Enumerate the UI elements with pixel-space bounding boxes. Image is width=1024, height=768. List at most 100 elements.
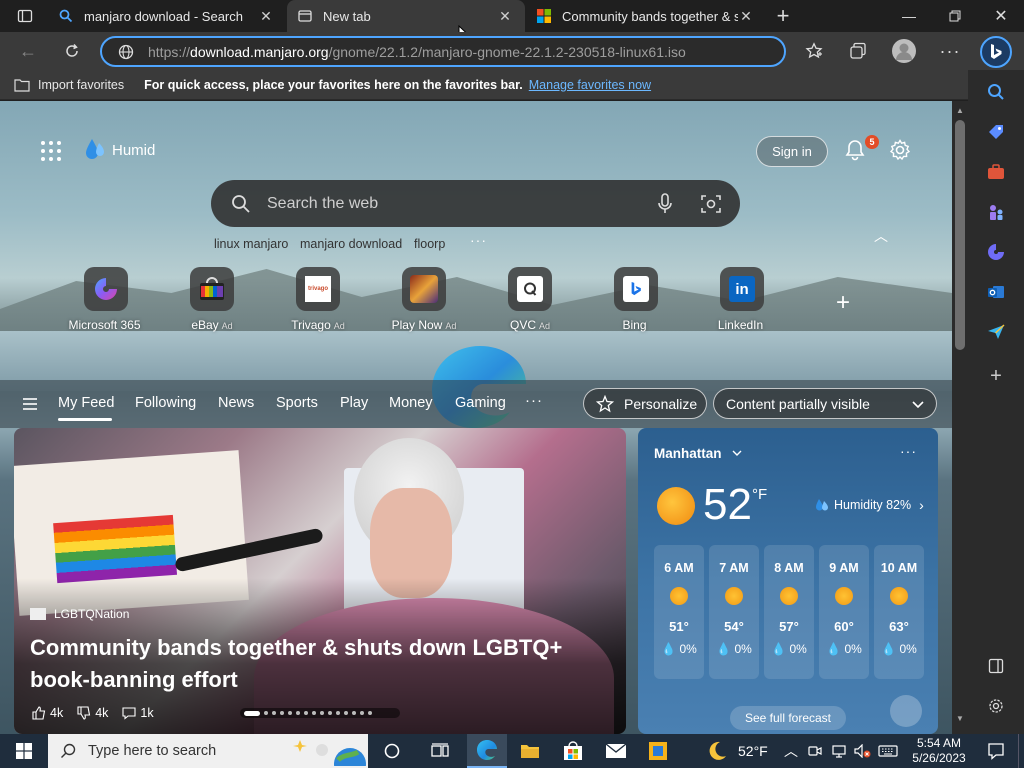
more-feed-tabs-icon[interactable]: ··· <box>525 392 543 409</box>
news-card[interactable]: LGBTQNation Community bands together & s… <box>14 428 626 734</box>
quick-link-tile[interactable]: in <box>720 267 764 311</box>
notifications-bell-icon[interactable] <box>844 139 866 166</box>
weather-more-icon[interactable]: ··· <box>900 443 917 459</box>
settings-gear-icon[interactable] <box>889 139 911 166</box>
sidebar-outlook-icon[interactable] <box>982 278 1010 306</box>
show-desktop-button[interactable] <box>1018 734 1024 768</box>
quick-search-link[interactable]: linux manjaro <box>214 237 288 251</box>
import-favorites-button[interactable]: Import favorites <box>14 78 124 92</box>
tray-network-icon[interactable] <box>832 734 846 768</box>
tray-overflow-chevron-icon[interactable]: ︿ <box>784 734 798 768</box>
news-headline[interactable]: Community bands together & shuts down LG… <box>30 632 600 696</box>
taskbar-clock[interactable]: 5:54 AM 5/26/2023 <box>908 735 970 767</box>
profile-avatar[interactable] <box>892 39 916 63</box>
collapse-chevron-icon[interactable]: ︿ <box>874 226 888 246</box>
add-favorite-star-icon[interactable] <box>799 36 829 66</box>
carousel-dots[interactable] <box>240 708 400 718</box>
sidebar-tools-icon[interactable] <box>982 158 1010 186</box>
tab-search[interactable]: manjaro download - Search ✕ <box>48 0 286 32</box>
feed-tab-gaming[interactable]: Gaming <box>455 395 506 411</box>
quick-link-tile[interactable] <box>402 267 446 311</box>
feed-tab-news[interactable]: News <box>218 395 254 411</box>
tab-community-bands[interactable]: Community bands together & shuts ✕ <box>526 0 766 32</box>
close-tab-icon[interactable]: ✕ <box>497 8 513 24</box>
minimize-button[interactable]: — <box>886 0 932 32</box>
favorites-hint: For quick access, place your favorites h… <box>144 77 523 92</box>
ebay-bag-icon <box>190 267 234 311</box>
feed-tab-sports[interactable]: Sports <box>276 395 318 411</box>
restore-button[interactable] <box>932 0 978 32</box>
cortana-icon[interactable] <box>372 734 412 768</box>
sidebar-split-screen-icon[interactable] <box>982 652 1010 680</box>
file-explorer-icon[interactable] <box>510 734 550 768</box>
action-center-icon[interactable] <box>976 734 1016 768</box>
tray-meet-now-icon[interactable] <box>808 734 822 768</box>
more-quick-searches-icon[interactable]: ··· <box>470 232 487 248</box>
more-menu-icon[interactable]: ··· <box>935 36 965 66</box>
tab-actions-icon[interactable] <box>10 1 40 31</box>
content-visibility-dropdown[interactable]: Content partially visible <box>713 388 937 419</box>
sidebar-microsoft365-icon[interactable] <box>982 238 1010 266</box>
close-window-button[interactable]: ✕ <box>978 0 1024 32</box>
tab-new-tab[interactable]: New tab ✕ <box>287 0 525 32</box>
globe-icon[interactable] <box>118 44 134 65</box>
address-bar[interactable]: https://download.manjaro.org/gnome/22.1.… <box>100 36 786 67</box>
collections-icon[interactable] <box>843 36 873 66</box>
quick-link-tile[interactable] <box>190 267 234 311</box>
play-now-game-icon <box>402 267 446 311</box>
sidebar-games-icon[interactable] <box>982 198 1010 226</box>
microsoft-store-icon[interactable] <box>553 734 593 768</box>
sun-icon <box>670 587 688 605</box>
bing-chat-icon[interactable] <box>980 36 1012 68</box>
microphone-icon[interactable] <box>657 193 673 220</box>
feed-tab-play[interactable]: Play <box>340 395 368 411</box>
web-search-input[interactable]: Search the web <box>211 180 740 227</box>
sidebar-search-icon[interactable] <box>982 78 1010 106</box>
quick-link-tile[interactable] <box>614 267 658 311</box>
feedback-avatar[interactable] <box>890 695 922 727</box>
news-reactions: 4k 4k 1k <box>32 706 154 720</box>
close-tab-icon[interactable]: ✕ <box>258 8 274 24</box>
refresh-icon[interactable] <box>57 36 87 66</box>
windows-start-icon[interactable] <box>4 734 44 768</box>
mail-icon[interactable] <box>596 734 636 768</box>
visual-search-icon[interactable] <box>701 194 721 219</box>
sidebar-settings-gear-icon[interactable] <box>982 692 1010 720</box>
personalize-button[interactable]: Personalize <box>583 388 707 419</box>
feed-tab-money[interactable]: Money <box>389 395 433 411</box>
pinned-app-icon[interactable] <box>638 734 678 768</box>
feed-menu-icon[interactable] <box>22 397 38 416</box>
add-shortcut-plus-icon[interactable]: + <box>836 291 850 315</box>
apps-grid-icon[interactable] <box>40 140 62 167</box>
feed-tab-my-feed[interactable]: My Feed <box>58 395 114 411</box>
scroll-down-arrow-icon[interactable]: ▼ <box>956 714 964 723</box>
taskbar-weather-widget[interactable]: 52°F <box>706 734 768 768</box>
see-full-forecast-link[interactable]: See full forecast <box>730 706 846 730</box>
quick-link-tile[interactable]: trivago <box>296 267 340 311</box>
humidity-indicator[interactable]: Humidity 82% › <box>814 497 924 513</box>
sidebar-add-icon[interactable]: + <box>982 362 1010 390</box>
quick-link-tile[interactable] <box>84 267 128 311</box>
sidebar-send-icon[interactable] <box>982 318 1010 346</box>
scrollbar-thumb[interactable] <box>955 120 965 350</box>
close-tab-icon[interactable]: ✕ <box>738 8 754 24</box>
quick-search-link[interactable]: floorp <box>414 237 445 251</box>
tray-keyboard-icon[interactable] <box>878 734 898 768</box>
taskbar-search-input[interactable]: Type here to search <box>48 734 368 768</box>
quick-search-link[interactable]: manjaro download <box>300 237 402 251</box>
manage-favorites-link[interactable]: Manage favorites now <box>529 78 651 92</box>
back-arrow-icon[interactable]: ← <box>13 36 43 66</box>
sign-in-button[interactable]: Sign in <box>756 136 828 167</box>
tray-volume-muted-icon[interactable] <box>854 734 872 768</box>
feed-tab-following[interactable]: Following <box>135 395 196 411</box>
sun-icon <box>657 487 695 525</box>
scroll-up-arrow-icon[interactable]: ▲ <box>956 106 964 115</box>
quick-link-tile[interactable] <box>508 267 552 311</box>
news-source: LGBTQNation <box>54 607 130 621</box>
new-tab-plus-icon[interactable]: + <box>768 1 798 31</box>
weather-location[interactable]: Manhattan <box>654 446 722 461</box>
task-view-icon[interactable] <box>420 734 460 768</box>
taskbar-edge-app-icon[interactable] <box>467 734 507 768</box>
weather-brand[interactable]: Humid <box>84 137 155 163</box>
sidebar-shopping-icon[interactable] <box>982 118 1010 146</box>
